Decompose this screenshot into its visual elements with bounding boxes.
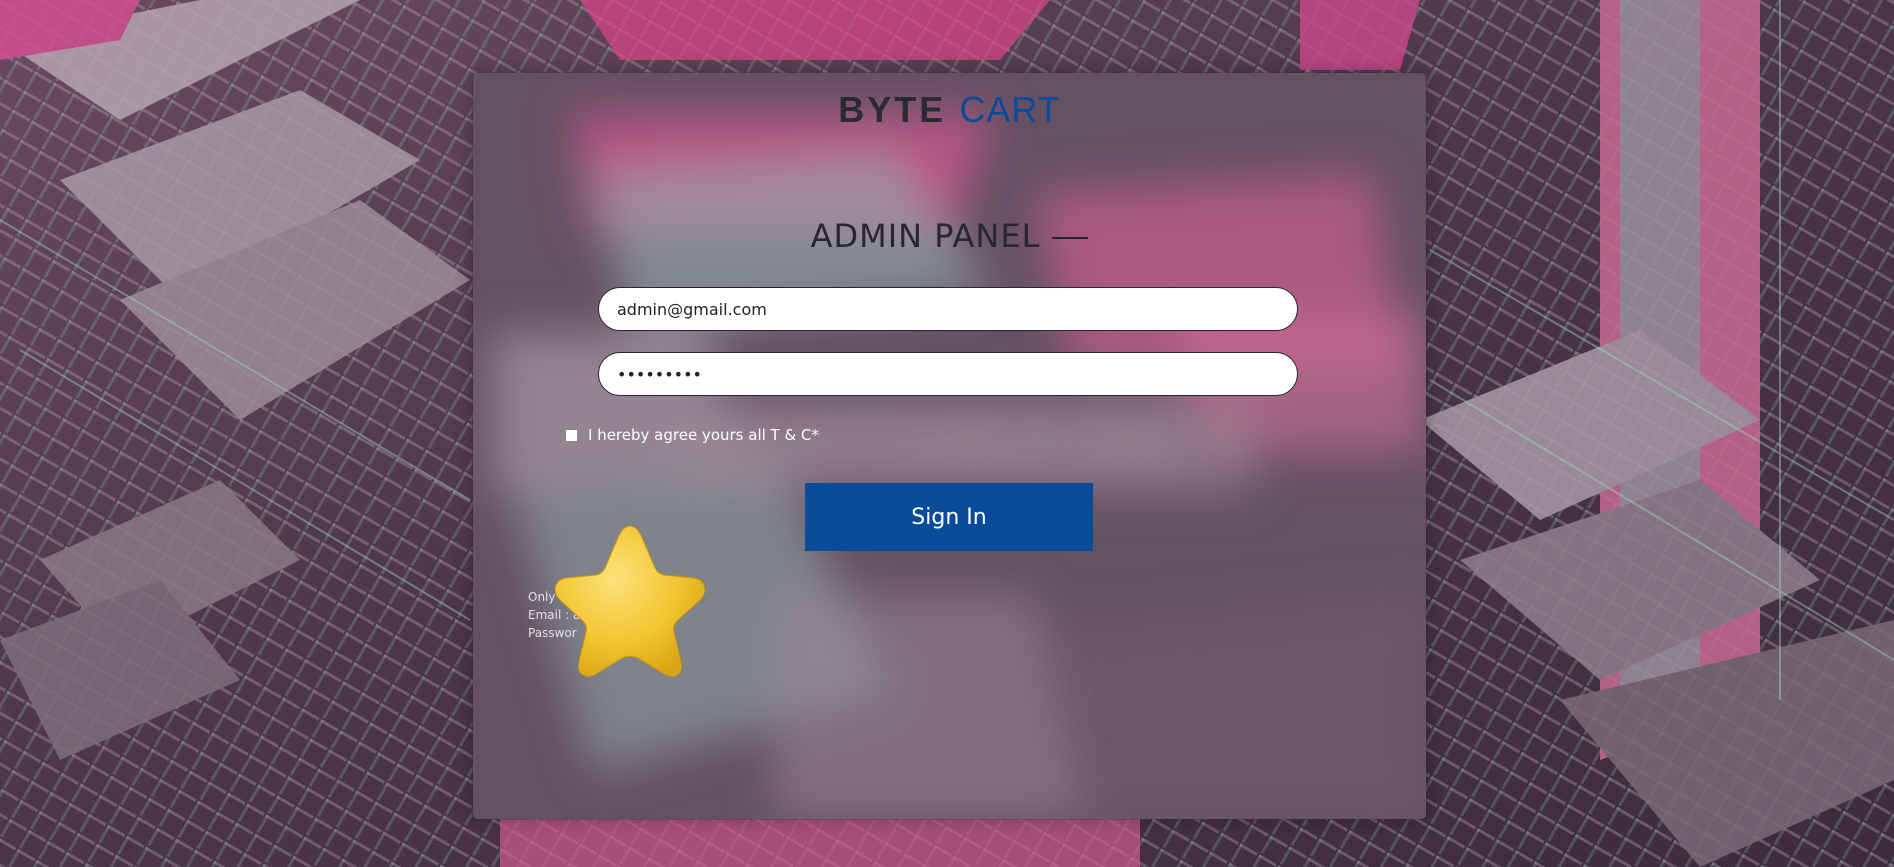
terms-checkbox[interactable] — [565, 428, 578, 442]
logo-byte: BYTE — [838, 89, 947, 130]
sign-in-button[interactable]: Sign In — [805, 483, 1093, 551]
logo-cart: CART — [959, 89, 1061, 130]
page-title: ADMIN PANEL — [473, 217, 1426, 255]
star-icon — [550, 520, 710, 680]
title-dash-decoration — [1052, 237, 1089, 239]
email-field[interactable] — [598, 287, 1298, 331]
page-title-text: ADMIN PANEL — [810, 217, 1041, 255]
brand-logo: BYTE CART — [473, 89, 1426, 131]
terms-label: I hereby agree yours all T & C* — [588, 426, 819, 444]
terms-agreement[interactable]: I hereby agree yours all T & C* — [565, 426, 819, 444]
login-card: DATABASE BYTE CART ADMIN PANEL I hereby … — [472, 72, 1427, 820]
password-field[interactable] — [598, 352, 1298, 396]
